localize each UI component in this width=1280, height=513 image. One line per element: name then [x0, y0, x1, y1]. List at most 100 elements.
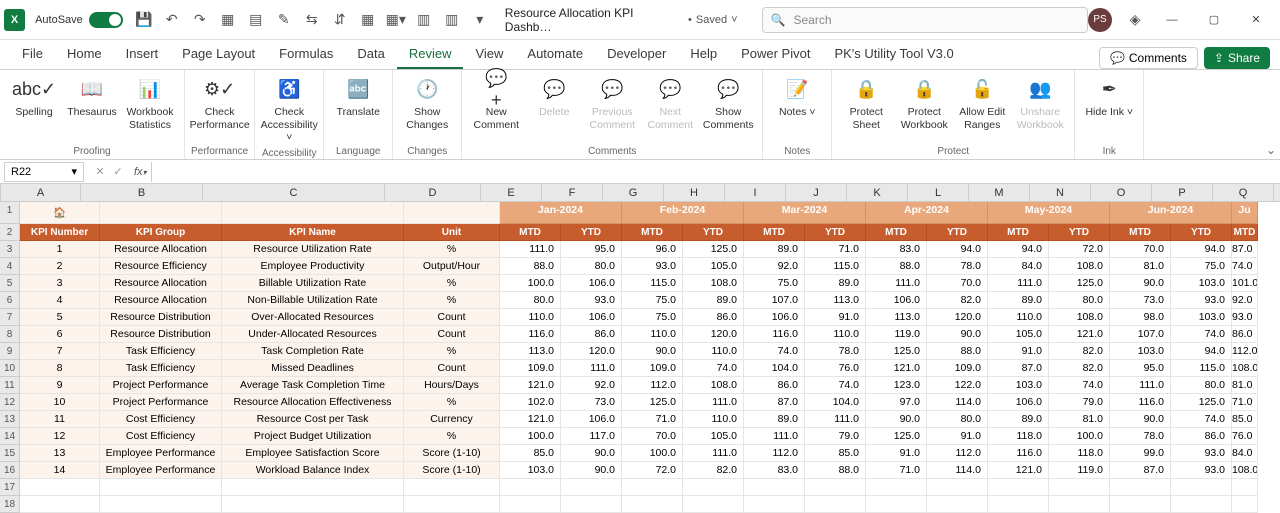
cell[interactable]: Count: [404, 360, 500, 377]
cell[interactable]: 94.0: [927, 241, 988, 258]
cell[interactable]: 91.0: [988, 343, 1049, 360]
cell[interactable]: 101.0: [1232, 275, 1258, 292]
cell[interactable]: 110.0: [500, 309, 561, 326]
confirm-icon[interactable]: ✓: [110, 165, 126, 178]
cell[interactable]: 108.0: [683, 377, 744, 394]
cell[interactable]: 70.0: [1110, 241, 1171, 258]
row-header[interactable]: 9: [0, 343, 20, 360]
cell[interactable]: Billable Utilization Rate: [222, 275, 404, 292]
cell[interactable]: [500, 496, 561, 513]
cell[interactable]: 10: [20, 394, 100, 411]
cell[interactable]: [561, 496, 622, 513]
cell[interactable]: 93.0: [1232, 309, 1258, 326]
row-header[interactable]: 3: [0, 241, 20, 258]
cell[interactable]: 71.0: [1232, 394, 1258, 411]
cell[interactable]: 121.0: [500, 411, 561, 428]
month-header[interactable]: May-2024: [988, 202, 1110, 224]
cell[interactable]: [404, 496, 500, 513]
subcolumn-title[interactable]: YTD: [1049, 224, 1110, 241]
chevron-down-icon[interactable]: ▾: [71, 165, 77, 178]
diamond-icon[interactable]: ◈: [1126, 11, 1144, 29]
menu-tab-view[interactable]: View: [463, 40, 515, 69]
cell[interactable]: 1: [20, 241, 100, 258]
home-cell[interactable]: 🏠: [20, 202, 100, 224]
cell[interactable]: 116.0: [988, 445, 1049, 462]
cell[interactable]: 78.0: [927, 258, 988, 275]
cell[interactable]: Task Efficiency: [100, 343, 222, 360]
cell[interactable]: 85.0: [805, 445, 866, 462]
fx-icon[interactable]: fx▾: [130, 166, 151, 178]
cell[interactable]: 100.0: [622, 445, 683, 462]
cell[interactable]: 9: [20, 377, 100, 394]
column-header[interactable]: F: [542, 184, 603, 202]
cell[interactable]: 79.0: [805, 428, 866, 445]
cell[interactable]: 120.0: [561, 343, 622, 360]
cell[interactable]: Cost Efficiency: [100, 411, 222, 428]
cell[interactable]: Currency: [404, 411, 500, 428]
cell[interactable]: 107.0: [744, 292, 805, 309]
cell[interactable]: 7: [20, 343, 100, 360]
qat-icon-1[interactable]: ▦: [219, 11, 237, 29]
undo-icon[interactable]: ↶: [163, 11, 181, 29]
cell[interactable]: [404, 202, 500, 224]
row-header[interactable]: 7: [0, 309, 20, 326]
cell[interactable]: 86.0: [683, 309, 744, 326]
cell[interactable]: [561, 479, 622, 496]
search-input[interactable]: 🔍 Search: [762, 7, 1088, 33]
translate-button[interactable]: 🔤Translate: [330, 74, 386, 144]
column-header[interactable]: M: [969, 184, 1030, 202]
cell[interactable]: 94.0: [988, 241, 1049, 258]
cell[interactable]: Project Budget Utilization: [222, 428, 404, 445]
column-header[interactable]: E: [481, 184, 542, 202]
cell[interactable]: [805, 496, 866, 513]
cell[interactable]: 72.0: [622, 462, 683, 479]
cell[interactable]: 5: [20, 309, 100, 326]
cell[interactable]: 86.0: [1232, 326, 1258, 343]
cell[interactable]: 88.0: [927, 343, 988, 360]
qat-icon-9[interactable]: ▥: [443, 11, 461, 29]
cell[interactable]: Cost Efficiency: [100, 428, 222, 445]
cell[interactable]: 93.0: [1171, 445, 1232, 462]
cell[interactable]: 115.0: [805, 258, 866, 275]
minimize-button[interactable]: —: [1158, 6, 1186, 34]
row-header[interactable]: 15: [0, 445, 20, 462]
cell[interactable]: 82.0: [683, 462, 744, 479]
cell[interactable]: 88.0: [866, 258, 927, 275]
cell[interactable]: 91.0: [866, 445, 927, 462]
cell[interactable]: 87.0: [744, 394, 805, 411]
notes-button[interactable]: 📝Notes ˅: [769, 74, 825, 144]
cell[interactable]: 74.0: [1171, 326, 1232, 343]
menu-tab-formulas[interactable]: Formulas: [267, 40, 345, 69]
cell[interactable]: 92.0: [744, 258, 805, 275]
cell[interactable]: [805, 479, 866, 496]
cell[interactable]: [988, 479, 1049, 496]
cell[interactable]: %: [404, 343, 500, 360]
cell[interactable]: 87.0: [988, 360, 1049, 377]
cell[interactable]: 109.0: [500, 360, 561, 377]
check-accessibility-button[interactable]: ♿Check Accessibility ˅: [261, 74, 317, 146]
cell[interactable]: 103.0: [1110, 343, 1171, 360]
cell[interactable]: Resource Distribution: [100, 326, 222, 343]
cell[interactable]: 80.0: [561, 258, 622, 275]
cell[interactable]: 110.0: [622, 326, 683, 343]
cell[interactable]: 105.0: [988, 326, 1049, 343]
protect-sheet-button[interactable]: 🔒Protect Sheet: [838, 74, 894, 144]
cell[interactable]: [1110, 479, 1171, 496]
workbook-stats-button[interactable]: 📊Workbook Statistics: [122, 74, 178, 144]
cell[interactable]: [988, 496, 1049, 513]
cell[interactable]: Employee Performance: [100, 462, 222, 479]
subcolumn-title[interactable]: MTD: [622, 224, 683, 241]
cell[interactable]: 108.0: [683, 275, 744, 292]
cell[interactable]: 123.0: [866, 377, 927, 394]
menu-tab-page-layout[interactable]: Page Layout: [170, 40, 267, 69]
cell[interactable]: 102.0: [500, 394, 561, 411]
cell[interactable]: 109.0: [622, 360, 683, 377]
cell[interactable]: 80.0: [1049, 292, 1110, 309]
cell[interactable]: 111.0: [744, 428, 805, 445]
cell[interactable]: 95.0: [1110, 360, 1171, 377]
column-title[interactable]: KPI Number: [20, 224, 100, 241]
cell[interactable]: Non-Billable Utilization Rate: [222, 292, 404, 309]
cell[interactable]: 113.0: [500, 343, 561, 360]
cell[interactable]: 99.0: [1110, 445, 1171, 462]
cell[interactable]: Average Task Completion Time: [222, 377, 404, 394]
